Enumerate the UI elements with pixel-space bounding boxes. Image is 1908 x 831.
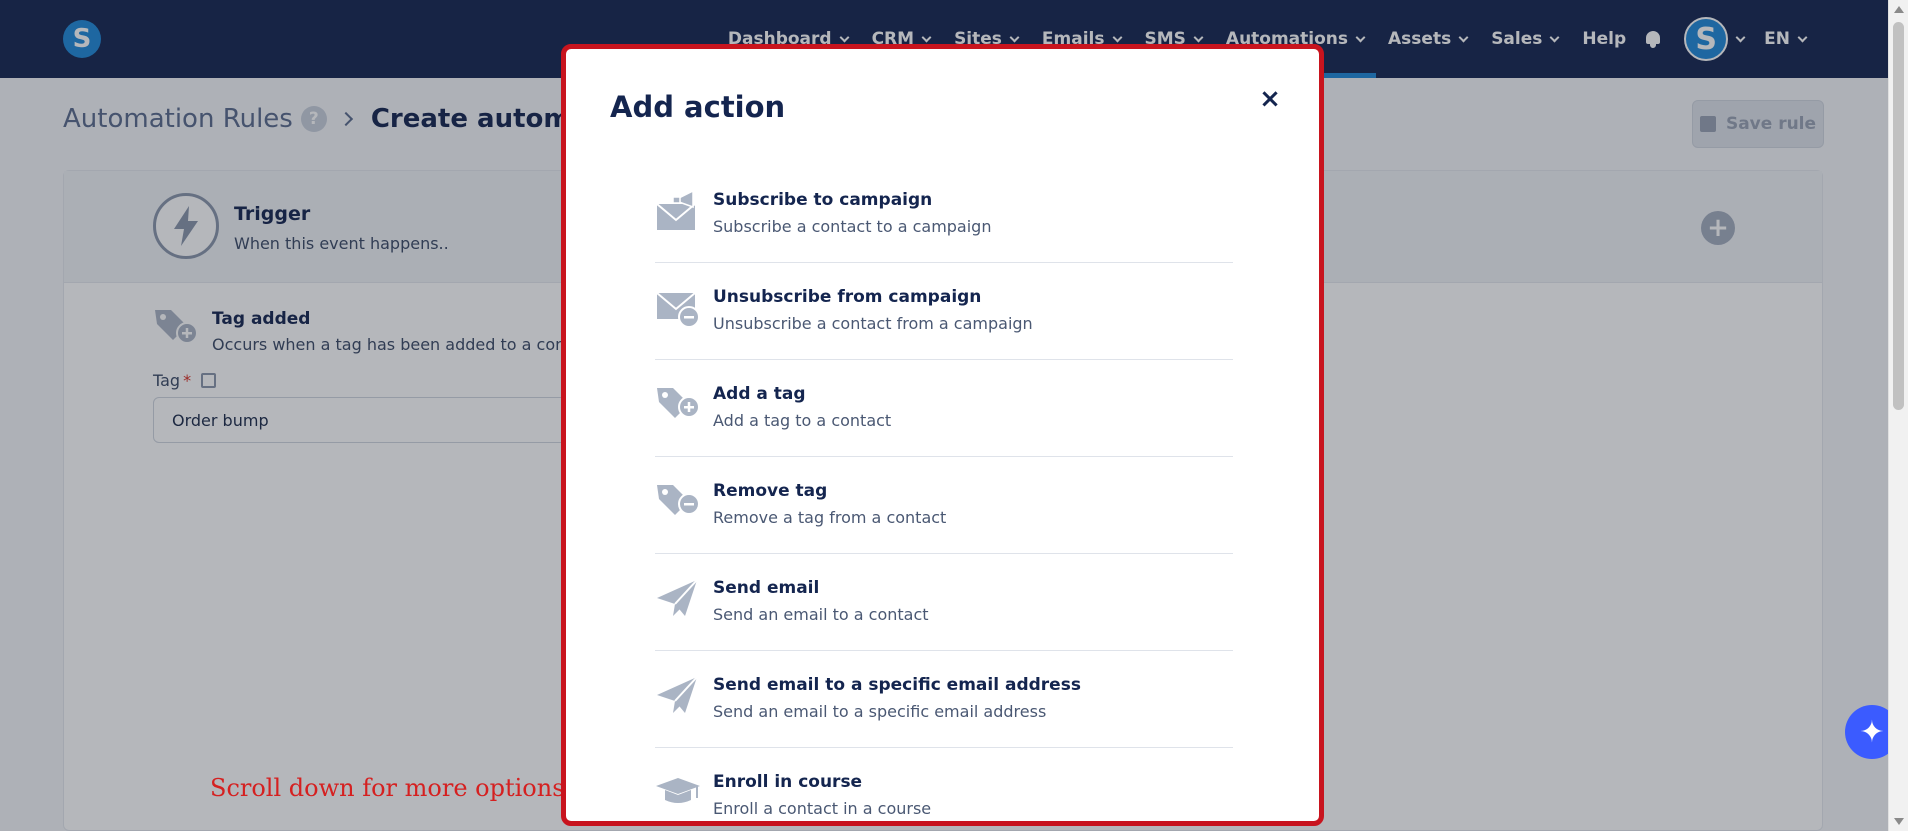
scroll-up-arrow[interactable] xyxy=(1894,6,1904,13)
scroll-down-arrow[interactable] xyxy=(1894,818,1904,825)
modal-highlight-frame xyxy=(561,44,1324,826)
scroll-hint-annotation: Scroll down for more options xyxy=(210,774,565,802)
page-scrollbar[interactable] xyxy=(1888,0,1908,831)
scrollbar-thumb[interactable] xyxy=(1893,22,1904,410)
sparkle-icon: ✦ xyxy=(1859,714,1885,750)
